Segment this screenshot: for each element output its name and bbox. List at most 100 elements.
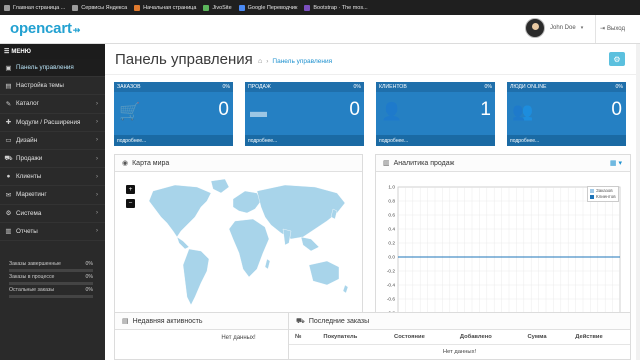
tile-title: ПРОДАЖ — [248, 84, 271, 90]
map-central-america — [176, 236, 190, 250]
y-tick-label: 0.0 — [388, 255, 395, 261]
page-scrollbar[interactable] — [636, 44, 640, 360]
bookmark-item[interactable]: Начальная страница — [134, 4, 197, 11]
sidebar-item-2[interactable]: ▤ Настройка темы — [0, 77, 105, 96]
tile-body: ▬ 0 — [245, 92, 364, 135]
bookmark-item[interactable]: Google Переводчик — [238, 4, 298, 11]
cart-icon: 🛒 — [119, 102, 141, 121]
calendar-icon: ▤ — [122, 318, 129, 325]
legend-item: Клиентов — [590, 194, 616, 200]
map-africa — [228, 218, 270, 278]
tile-title: ЛЮДИ ONLINE — [510, 84, 547, 90]
tile-more-link[interactable]: подробнее... — [376, 135, 495, 146]
recent-activity-title: Недавняя активность — [132, 317, 203, 325]
jivosite-icon — [203, 4, 210, 11]
y-tick-label: 0.2 — [388, 241, 395, 247]
menu-icon: ▥ — [5, 228, 12, 236]
tile-body: 🛒 0 — [114, 92, 233, 135]
table-row: Нет данных! — [289, 345, 630, 360]
bookmark-item[interactable]: Главная страница ... — [4, 4, 66, 11]
tile-more-link[interactable]: подробнее... — [114, 135, 233, 146]
opencart-logo[interactable]: opencart⇸ — [10, 20, 80, 37]
bookmark-label: Google Переводчик — [247, 4, 298, 11]
orders-empty: Нет данных! — [442, 349, 477, 355]
menu-icon: ✚ — [5, 119, 12, 127]
tile-more-link[interactable]: подробнее... — [245, 135, 364, 146]
sidebar-item-8[interactable]: ✉ Маркетинг › — [0, 186, 105, 205]
bookmark-label: Сервисы Яндекса — [81, 4, 128, 11]
chevron-right-icon: › — [96, 173, 98, 180]
orders-table: № Покупатель Состояние Добавлено Сумма Действ… — [289, 330, 630, 359]
sidebar-item-label: Маркетинг — [16, 191, 47, 199]
menu-toggle[interactable]: ☰ МЕНЮ — [0, 44, 105, 59]
globe-icon: ◉ — [122, 160, 129, 167]
tile-percent: 0% — [615, 84, 624, 90]
map-madagascar — [264, 258, 271, 270]
user-menu[interactable]: John Doe ▾ — [525, 18, 583, 38]
sidebar-item-3[interactable]: ✎ Каталог › — [0, 95, 105, 114]
map-south-america — [182, 248, 210, 306]
sidebar-item-1[interactable]: ▣ Панель управления — [0, 59, 105, 78]
legend-label: Клиентов — [596, 194, 616, 199]
bookmark-item[interactable]: Сервисы Яндекса — [72, 4, 128, 11]
user-name: John Doe — [550, 25, 576, 31]
calendar-icon[interactable]: ▦ ▾ — [610, 159, 622, 167]
logout-button[interactable]: ⇥ Выход — [600, 25, 625, 33]
column-header: № — [289, 330, 318, 345]
column-header: Действие — [569, 330, 630, 345]
bookmark-label: Главная страница ... — [13, 4, 66, 11]
map-australia — [308, 260, 340, 286]
menu-icon: ▭ — [5, 137, 12, 145]
progress-label: Остальные заказы — [9, 287, 55, 293]
sidebar-item-7[interactable]: ● Клиенты › — [0, 168, 105, 187]
world-map[interactable] — [115, 173, 362, 331]
progress-item: Остальные заказы 0% — [9, 287, 93, 298]
tile-header: ПРОДАЖ 0% — [245, 82, 364, 92]
users-icon: 👥 — [512, 102, 534, 121]
top-header: opencart⇸ John Doe ▾ ⇥ Выход — [0, 15, 640, 44]
sidebar-item-10[interactable]: ▥ Отчеты › — [0, 223, 105, 241]
logout-label: Выход — [607, 25, 625, 32]
sidebar-item-9[interactable]: ⚙ Система › — [0, 205, 105, 223]
sidebar-item-label: Каталог — [16, 100, 39, 108]
breadcrumb-link[interactable]: Панель управления — [272, 58, 332, 65]
progress-item: Заказы в процессе 0% — [9, 274, 93, 285]
bookmark-label: Начальная страница — [143, 4, 197, 11]
chevron-down-icon: ▾ — [580, 25, 584, 31]
tile-header: ЗАКАЗОВ 0% — [114, 82, 233, 92]
header-divider — [595, 15, 596, 43]
sidebar-item-4[interactable]: ✚ Модули / Расширения › — [0, 114, 105, 132]
column-header: Состояние — [388, 330, 454, 345]
bookmark-item[interactable]: Bootstrap · The mos... — [304, 4, 368, 11]
map-europe — [232, 190, 262, 214]
menu-label: МЕНЮ — [11, 48, 31, 55]
bookmark-label: Bootstrap · The mos... — [313, 4, 368, 11]
bookmark-item[interactable]: JivoSite — [203, 4, 232, 11]
settings-button[interactable]: ⚙ — [609, 52, 625, 66]
y-tick-label: 1.0 — [388, 185, 395, 191]
sidebar-item-label: Дизайн — [16, 136, 38, 144]
chevron-right-icon: › — [96, 155, 98, 162]
home-icon[interactable]: ⌂ — [258, 58, 262, 65]
tile-percent: 0% — [484, 84, 493, 90]
map-new-zealand — [342, 284, 349, 294]
title-divider — [105, 74, 640, 75]
sidebar-item-5[interactable]: ▭ Дизайн › — [0, 132, 105, 150]
world-map-header: ◉ Карта мира — [115, 155, 362, 172]
progress-label: Заказы в процессе — [9, 274, 55, 280]
legend-swatch — [590, 195, 594, 199]
tile-title: КЛИЕНТОВ — [379, 84, 407, 90]
tile-more-link[interactable]: подробнее... — [507, 135, 626, 146]
credit-card-icon: ▬ — [250, 102, 267, 121]
legend-swatch — [590, 189, 594, 193]
sidebar-item-6[interactable]: ⛟ Продажи › — [0, 150, 105, 169]
progress-bar — [9, 282, 93, 285]
progress-bar — [9, 295, 93, 298]
latest-orders-panel: ⛟ Последние заказы № Покупатель Состояние Д… — [288, 312, 631, 360]
sales-analytics-title: Аналитика продаж — [393, 159, 455, 167]
menu-icon: ✎ — [5, 100, 12, 108]
sidebar-item-label: Настройка темы — [16, 82, 64, 90]
y-tick-label: -0.4 — [387, 283, 396, 289]
customers-tile: КЛИЕНТОВ 0% 👤 1 подробнее... — [376, 82, 495, 146]
world-map-panel: ◉ Карта мира + − — [114, 154, 363, 332]
